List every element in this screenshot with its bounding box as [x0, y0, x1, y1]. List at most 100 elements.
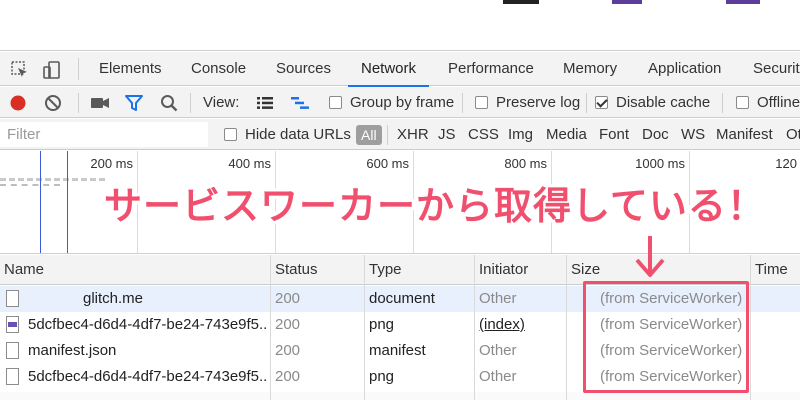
request-name[interactable]: glitch.me	[83, 286, 143, 312]
filter-type-js[interactable]: JS	[438, 119, 456, 150]
group-by-frame-box[interactable]	[329, 96, 342, 109]
request-status: 200	[275, 342, 301, 359]
page-dark-mark	[503, 0, 539, 4]
search-icon[interactable]	[160, 87, 178, 118]
column-header-time[interactable]: Time	[755, 255, 788, 285]
down-arrow-icon	[635, 236, 665, 277]
tab-console[interactable]: Console	[191, 52, 246, 86]
list-view-icon[interactable]	[256, 87, 274, 118]
filter-input[interactable]	[0, 122, 208, 147]
request-name[interactable]: manifest.json	[28, 338, 116, 364]
request-type: document	[369, 290, 435, 307]
toolbar-separator	[586, 93, 587, 113]
preserve-log-checkbox[interactable]: Preserve log	[475, 87, 580, 118]
tab-bar-separator	[78, 58, 79, 80]
column-header-name[interactable]: Name	[4, 255, 44, 285]
filter-type-css[interactable]: CSS	[468, 119, 499, 150]
request-initiator: Other	[479, 368, 517, 385]
page-content-strip	[0, 0, 800, 51]
annotation-callout: サービスワーカーから取得している！	[104, 186, 766, 228]
filter-bar: Hide data URLs All XHR JS CSS Img Media …	[0, 119, 800, 150]
filter-type-xhr[interactable]: XHR	[397, 119, 429, 150]
timeline-tick-label: 600 ms	[366, 156, 409, 171]
domcontentloaded-marker	[40, 151, 41, 253]
toolbar-separator	[78, 93, 79, 113]
page-purple-mark-1	[612, 0, 642, 4]
network-toolbar: View: Group by frame Preserve log Disabl…	[0, 87, 800, 118]
tab-elements[interactable]: Elements	[99, 52, 162, 86]
preserve-log-box[interactable]	[475, 96, 488, 109]
request-status: 200	[275, 290, 301, 307]
filter-type-other[interactable]: Ot	[786, 119, 800, 150]
size-highlight-box	[583, 281, 749, 393]
offline-checkbox[interactable]: Offline	[736, 87, 800, 118]
filter-separator	[387, 125, 388, 145]
request-initiator: Other	[479, 290, 517, 307]
tab-performance[interactable]: Performance	[448, 52, 534, 86]
request-status: 200	[275, 316, 301, 333]
camera-icon[interactable]	[90, 87, 110, 118]
filter-type-media[interactable]: Media	[546, 119, 587, 150]
timeline-activity-bar	[0, 184, 60, 186]
timeline-activity-bar	[0, 178, 105, 181]
request-name[interactable]: 5dcfbec4-d6d4-4df7-be24-743e9f5...	[28, 364, 266, 390]
load-marker	[67, 151, 68, 253]
page-purple-mark-2	[726, 0, 760, 4]
hide-data-urls-label: Hide data URLs	[245, 126, 351, 143]
tab-application[interactable]: Application	[648, 52, 721, 86]
column-header-type[interactable]: Type	[369, 255, 402, 285]
inspect-element-icon[interactable]	[10, 60, 30, 80]
column-divider[interactable]	[364, 255, 365, 400]
hide-data-urls-box[interactable]	[224, 128, 237, 141]
filter-type-img[interactable]: Img	[508, 119, 533, 150]
column-header-initiator[interactable]: Initiator	[479, 255, 528, 285]
request-type: png	[369, 316, 395, 333]
devtools-tab-bar: Elements Console Sources Network Perform…	[0, 52, 800, 87]
disable-cache-box[interactable]	[595, 96, 608, 109]
filter-type-font[interactable]: Font	[599, 119, 629, 150]
tab-security[interactable]: Securit	[753, 52, 800, 86]
column-divider[interactable]	[474, 255, 475, 400]
timeline-tick-label: 1000 ms	[635, 156, 685, 171]
request-name[interactable]: 5dcfbec4-d6d4-4df7-be24-743e9f5...	[28, 312, 266, 338]
disable-cache-checkbox[interactable]: Disable cache	[595, 87, 710, 118]
request-initiator: Other	[479, 342, 517, 359]
clear-icon[interactable]	[44, 87, 62, 118]
request-type: manifest	[369, 342, 426, 359]
request-status: 200	[275, 368, 301, 385]
record-icon[interactable]	[9, 87, 27, 118]
column-divider[interactable]	[750, 255, 751, 400]
filter-type-doc[interactable]: Doc	[642, 119, 669, 150]
tab-sources[interactable]: Sources	[276, 52, 331, 86]
device-toolbar-icon[interactable]	[42, 60, 62, 80]
view-label: View:	[203, 94, 240, 111]
request-initiator-link[interactable]: (index)	[479, 312, 525, 338]
column-divider[interactable]	[270, 255, 271, 400]
table-bottom-edge	[0, 392, 800, 400]
filter-type-ws[interactable]: WS	[681, 119, 705, 150]
manifest-file-icon	[6, 342, 19, 359]
filter-icon[interactable]	[124, 87, 144, 118]
group-by-frame-checkbox[interactable]: Group by frame	[329, 87, 454, 118]
tab-network[interactable]: Network	[347, 52, 430, 87]
disable-cache-label: Disable cache	[616, 94, 711, 111]
offline-box[interactable]	[736, 96, 749, 109]
png-file-icon	[6, 368, 19, 385]
toolbar-separator	[722, 93, 723, 113]
toolbar-separator	[462, 93, 463, 113]
filter-type-all[interactable]: All	[356, 125, 382, 145]
group-by-frame-label: Group by frame	[350, 94, 455, 111]
timeline-tick-label: 400 ms	[228, 156, 271, 171]
timeline-tick-label: 120	[775, 156, 797, 171]
filter-type-manifest[interactable]: Manifest	[716, 119, 773, 150]
preserve-log-label: Preserve log	[496, 94, 581, 111]
column-divider[interactable]	[566, 255, 567, 400]
hide-data-urls-checkbox[interactable]: Hide data URLs	[224, 119, 351, 150]
toolbar-separator	[190, 93, 191, 113]
waterfall-view-icon[interactable]	[290, 87, 310, 118]
tab-memory[interactable]: Memory	[563, 52, 617, 86]
column-header-status[interactable]: Status	[275, 255, 318, 285]
timeline-tick-label: 200 ms	[90, 156, 133, 171]
png-file-icon	[6, 316, 19, 333]
document-file-icon	[6, 290, 19, 307]
